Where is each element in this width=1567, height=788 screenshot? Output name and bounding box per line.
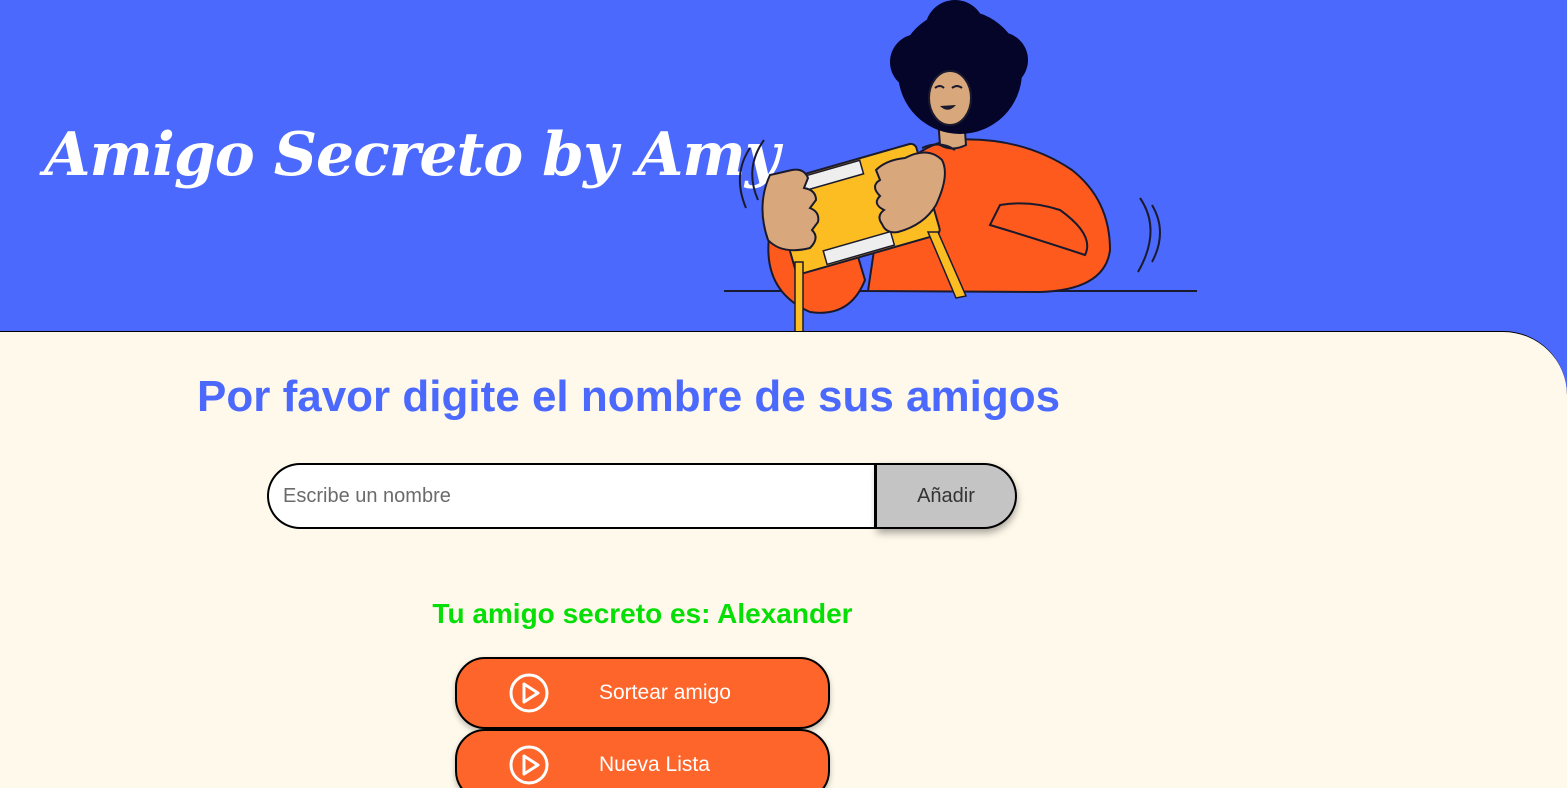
add-button[interactable]: Añadir <box>877 463 1017 529</box>
new-list-button[interactable]: Nueva Lista <box>455 729 830 788</box>
draw-friend-label: Sortear amigo <box>599 681 731 704</box>
play-circle-icon <box>509 745 549 785</box>
play-circle-icon <box>509 673 549 713</box>
main-content: Por favor digite el nombre de sus amigos… <box>0 331 1567 788</box>
main-heading: Por favor digite el nombre de sus amigos <box>197 372 1061 421</box>
page: Amigo Secreto by Amy Por favor digite el… <box>0 0 1567 788</box>
person-with-gift-illustration <box>724 0 1197 332</box>
secret-friend-result: Tu amigo secreto es: Alexander <box>432 598 853 629</box>
header-banner: Amigo Secreto by Amy <box>0 0 1567 332</box>
draw-friend-button[interactable]: Sortear amigo <box>455 657 830 729</box>
new-list-label: Nueva Lista <box>599 753 710 776</box>
add-friend-form: Añadir <box>267 463 1017 529</box>
friend-name-input[interactable] <box>267 463 877 529</box>
app-title: Amigo Secreto by Amy <box>44 120 780 190</box>
